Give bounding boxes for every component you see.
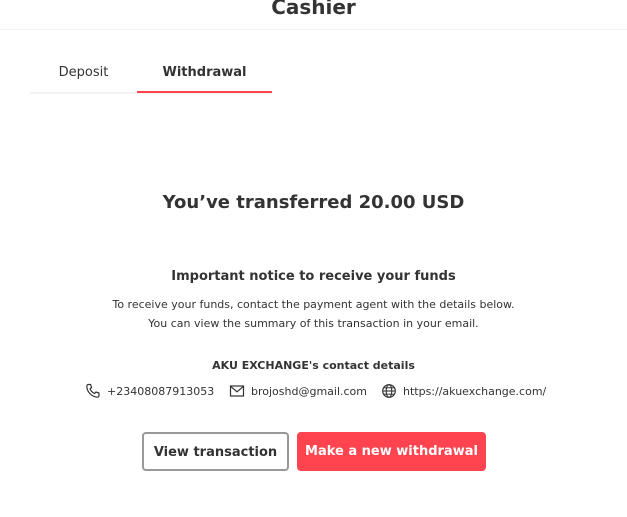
globe-icon <box>382 384 396 398</box>
phone-icon <box>86 383 100 398</box>
contact-website-text: https://akuexchange.com/ <box>403 384 547 398</box>
notice-title: Important notice to receive your funds <box>171 269 456 284</box>
view-transaction-button[interactable]: View transaction <box>142 432 289 471</box>
header-divider <box>0 29 627 30</box>
contact-details-title: AKU EXCHANGE's contact details <box>212 359 415 372</box>
envelope-icon <box>229 385 245 397</box>
contact-phone-text: +23408087913053 <box>107 384 215 398</box>
contact-website[interactable]: https://akuexchange.com/ <box>381 382 546 400</box>
new-withdrawal-button[interactable]: Make a new withdrawal <box>297 432 486 471</box>
tab-deposit[interactable]: Deposit <box>30 56 137 92</box>
transfer-headline: You’ve transferred 20.00 USD <box>162 192 465 213</box>
active-tab-indicator <box>137 91 272 93</box>
notice-line-contact: To receive your funds, contact the payme… <box>112 298 515 311</box>
contact-phone[interactable]: +23408087913053 <box>85 382 214 400</box>
cashier-tabs: Deposit Withdrawal <box>30 56 272 94</box>
notice-line-email: You can view the summary of this transac… <box>148 317 479 330</box>
contact-email[interactable]: brojoshd@gmail.com <box>229 382 367 400</box>
page-title: Cashier <box>271 0 356 19</box>
contact-email-text: brojoshd@gmail.com <box>251 384 368 398</box>
tab-withdrawal[interactable]: Withdrawal <box>137 56 272 92</box>
